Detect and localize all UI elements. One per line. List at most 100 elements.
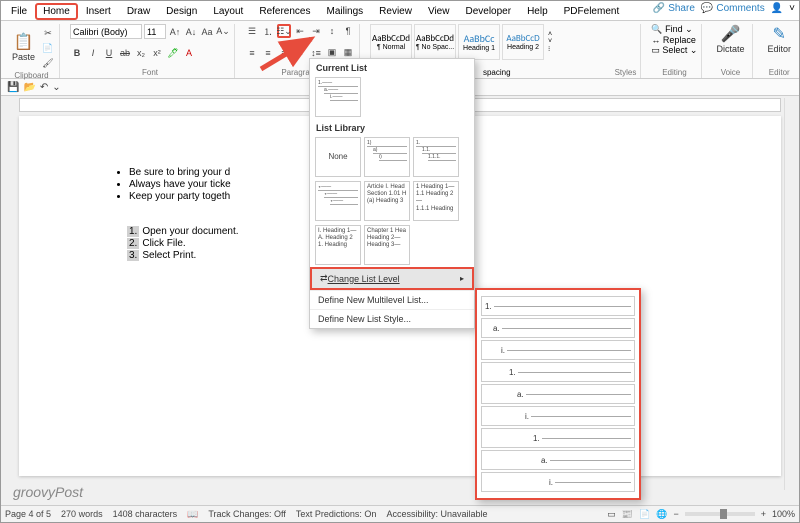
align-left-icon[interactable]: ≡: [245, 46, 259, 60]
status-track[interactable]: Track Changes: Off: [208, 509, 286, 519]
ml-preset[interactable]: 1)a)i): [364, 137, 410, 177]
menu-file[interactable]: File: [3, 3, 35, 20]
qat-undo-icon[interactable]: ↶: [40, 82, 48, 93]
menu-design[interactable]: Design: [158, 3, 205, 20]
menu-home[interactable]: Home: [35, 3, 78, 20]
pilcrow-icon[interactable]: ¶: [341, 24, 355, 38]
ml-none[interactable]: None: [315, 137, 361, 177]
underline-icon[interactable]: U: [102, 46, 116, 60]
zoom-out-icon[interactable]: −: [673, 509, 678, 519]
menu-draw[interactable]: Draw: [119, 3, 158, 20]
comments-button[interactable]: 💬 Comments: [701, 3, 765, 14]
find-button[interactable]: 🔍 Find ⌄: [651, 24, 697, 35]
menu-developer[interactable]: Developer: [457, 3, 519, 20]
ml-preset[interactable]: 1 Heading 1—1.1 Heading 2—1.1.1 Heading: [413, 181, 459, 221]
zoom-level[interactable]: 100%: [772, 509, 795, 519]
style-nospac[interactable]: AaBbCcDd¶ No Spac...: [414, 24, 456, 60]
menu-mailings[interactable]: Mailings: [318, 3, 371, 20]
multilevel-list-button[interactable]: ☷⌄: [277, 24, 291, 38]
change-list-level[interactable]: ⇄ Change List Level ▸: [310, 267, 474, 290]
define-new-multilevel[interactable]: Define New Multilevel List...: [310, 290, 474, 309]
indent-left-icon[interactable]: ⇤: [293, 24, 307, 38]
ml-preset[interactable]: Chapter 1 HeaHeading 2—Heading 3—: [364, 225, 410, 265]
status-page[interactable]: Page 4 of 5: [5, 509, 51, 519]
status-acc[interactable]: Accessibility: Unavailable: [386, 509, 487, 519]
menu-review[interactable]: Review: [371, 3, 420, 20]
list-level[interactable]: 1.: [481, 362, 635, 382]
increase-font-icon[interactable]: A↑: [168, 25, 182, 39]
ribbon-collapse-icon[interactable]: ˅: [789, 3, 795, 14]
menu-references[interactable]: References: [251, 3, 318, 20]
ml-preset[interactable]: 1.1.1.1.1.1.: [413, 137, 459, 177]
bullets-icon[interactable]: ☰: [245, 24, 259, 38]
style-normal[interactable]: AaBbCcDd¶ Normal: [370, 24, 412, 60]
ml-preset[interactable]: ∘——∘——∘——: [315, 181, 361, 221]
italic-icon[interactable]: I: [86, 46, 100, 60]
style-h1[interactable]: AaBbCcHeading 1: [458, 24, 500, 60]
scrollbar-vertical[interactable]: [784, 98, 797, 490]
view-focus-icon[interactable]: ▭: [607, 509, 616, 520]
sort-icon[interactable]: ↕: [325, 24, 339, 38]
voice-label: Voice: [712, 68, 748, 77]
list-level[interactable]: 1.: [481, 296, 635, 316]
status-book-icon[interactable]: 📖: [187, 509, 198, 520]
replace-button[interactable]: ↔ Replace: [651, 35, 697, 45]
font-name-select[interactable]: [70, 24, 142, 39]
view-web-icon[interactable]: 🌐: [656, 509, 667, 520]
clear-format-icon[interactable]: A⌄: [216, 25, 230, 39]
list-level[interactable]: 1.: [481, 428, 635, 448]
align-center-icon[interactable]: ≡: [261, 46, 275, 60]
status-words[interactable]: 270 words: [61, 509, 103, 519]
font-size-select[interactable]: [144, 24, 166, 39]
styles-scroll-dn-icon[interactable]: ˅: [548, 38, 552, 45]
ml-preset[interactable]: Article I. HeadSection 1.01 H(a) Heading…: [364, 181, 410, 221]
share-button[interactable]: 🔗 Share: [653, 3, 695, 14]
menu-layout[interactable]: Layout: [205, 3, 251, 20]
menu-help[interactable]: Help: [519, 3, 556, 20]
change-case-icon[interactable]: Aa: [200, 25, 214, 39]
dictate-button[interactable]: 🎤Dictate: [712, 24, 748, 54]
menu-view[interactable]: View: [420, 3, 458, 20]
zoom-slider[interactable]: [685, 512, 755, 516]
ml-preset[interactable]: 1.——a.——i.——: [315, 77, 361, 117]
indent-right-icon[interactable]: ⇥: [309, 24, 323, 38]
qat-save-icon[interactable]: 💾: [7, 82, 19, 93]
select-button[interactable]: ▭ Select ⌄: [651, 45, 697, 56]
user-icon[interactable]: 👤: [771, 3, 783, 14]
highlight-icon[interactable]: 🖊: [166, 46, 180, 60]
ml-preset[interactable]: I. Heading 1—A. Heading 21. Heading: [315, 225, 361, 265]
styles-scroll-up-icon[interactable]: ˄: [548, 31, 552, 38]
view-read-icon[interactable]: 📰: [622, 509, 633, 520]
font-color-icon[interactable]: A: [182, 46, 196, 60]
numbering-icon[interactable]: ⒈: [261, 24, 275, 38]
menu-pdfelement[interactable]: PDFelement: [556, 3, 628, 20]
subscript-icon[interactable]: x₂: [134, 46, 148, 60]
strike-icon[interactable]: ab: [118, 46, 132, 60]
list-level[interactable]: a.: [481, 318, 635, 338]
define-new-list-style[interactable]: Define New List Style...: [310, 309, 474, 328]
list-level[interactable]: a.: [481, 384, 635, 404]
cut-icon[interactable]: ✂: [41, 26, 55, 40]
list-level[interactable]: i.: [481, 406, 635, 426]
bold-icon[interactable]: B: [70, 46, 84, 60]
view-print-icon[interactable]: 📄: [639, 509, 650, 520]
zoom-in-icon[interactable]: +: [761, 509, 766, 519]
qat-more-icon[interactable]: ⌄: [52, 82, 60, 93]
menu-insert[interactable]: Insert: [78, 3, 119, 20]
copy-icon[interactable]: 📄: [41, 41, 55, 55]
format-painter-icon[interactable]: 🖌: [41, 56, 55, 70]
styles-more-icon[interactable]: ⁝: [548, 45, 552, 53]
editor-button[interactable]: ✎Editor: [763, 24, 795, 54]
align-right-icon[interactable]: ≡: [277, 46, 291, 60]
list-level[interactable]: i.: [481, 472, 635, 492]
list-level[interactable]: a.: [481, 450, 635, 470]
decrease-font-icon[interactable]: A↓: [184, 25, 198, 39]
status-pred[interactable]: Text Predictions: On: [296, 509, 377, 519]
paste-button[interactable]: 📋Paste: [8, 32, 39, 62]
superscript-icon[interactable]: x²: [150, 46, 164, 60]
justify-icon[interactable]: ≡: [293, 46, 307, 60]
style-h2[interactable]: AaBbCcDHeading 2: [502, 24, 544, 60]
list-level[interactable]: i.: [481, 340, 635, 360]
qat-open-icon[interactable]: 📂: [23, 82, 35, 93]
status-chars[interactable]: 1408 characters: [113, 509, 178, 519]
